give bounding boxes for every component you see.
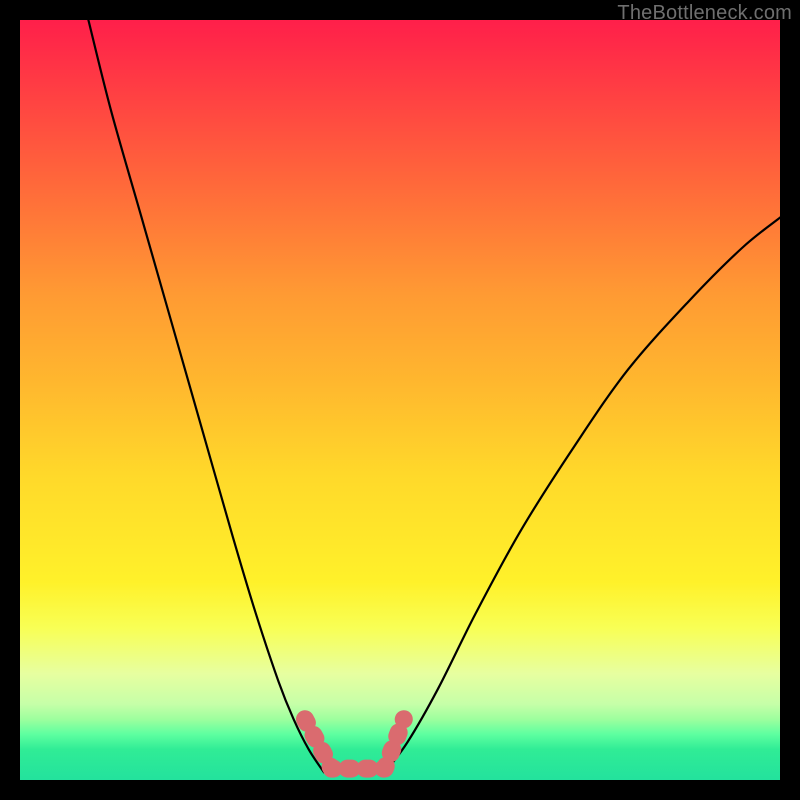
- chart-frame: [20, 20, 780, 780]
- left-curve: [88, 20, 324, 772]
- right-curve: [385, 218, 780, 773]
- bottleneck-u-marker: [305, 719, 404, 768]
- watermark-text: TheBottleneck.com: [617, 2, 792, 25]
- bottleneck-curve-plot: [20, 20, 780, 780]
